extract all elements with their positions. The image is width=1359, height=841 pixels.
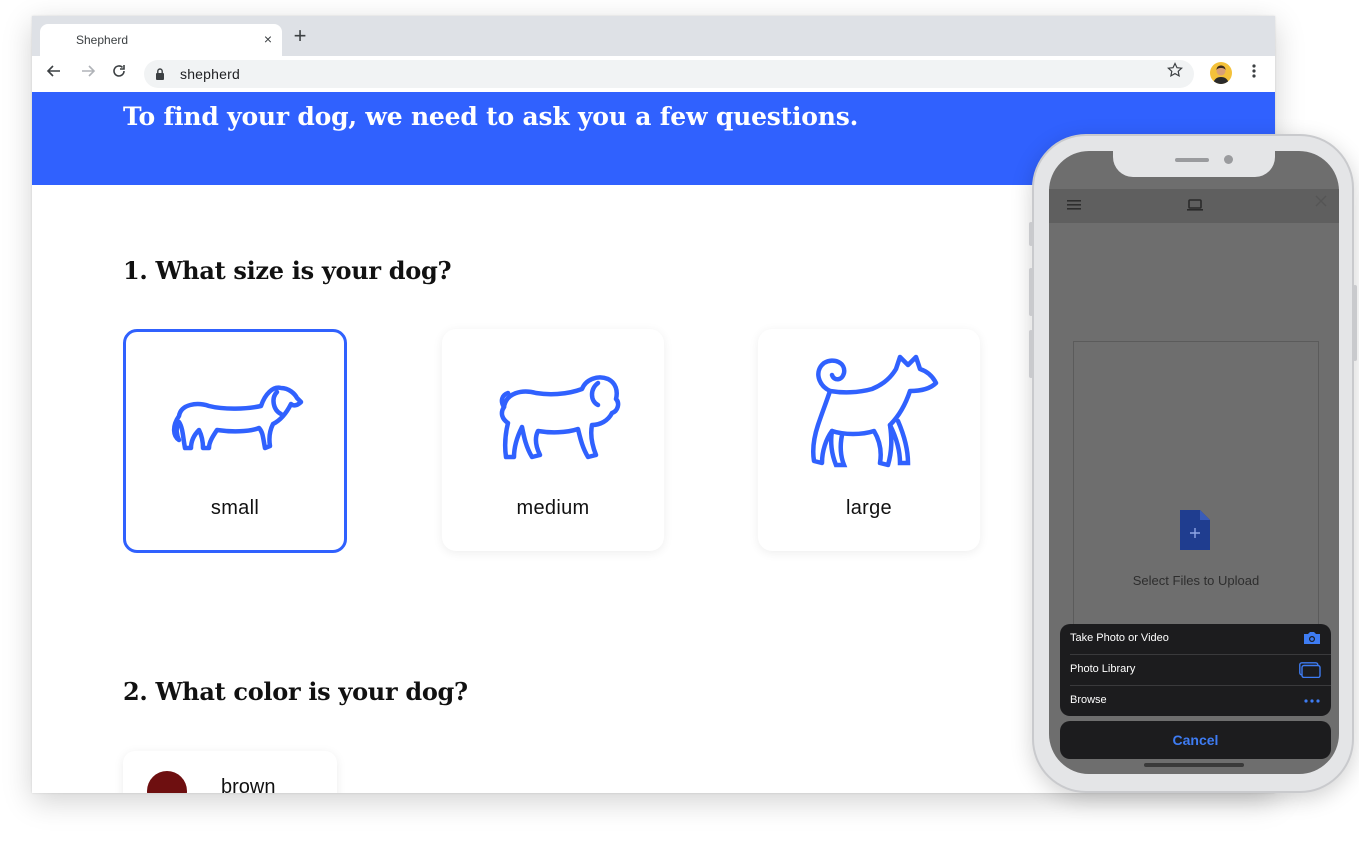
phone-volume-down-button	[1029, 330, 1033, 378]
size-option-label: small	[210, 497, 260, 519]
browser-tab[interactable]: Shepherd ×	[40, 24, 282, 56]
browser-menu-button[interactable]	[1246, 62, 1262, 86]
phone-camera	[1224, 155, 1233, 164]
avatar-icon	[1213, 65, 1229, 84]
color-option-brown[interactable]: brown	[123, 751, 337, 793]
reload-button[interactable]	[108, 63, 130, 85]
size-option-label: medium	[516, 497, 590, 519]
photo-library-icon	[1299, 662, 1321, 678]
action-take-photo[interactable]: Take Photo or Video	[1060, 624, 1331, 654]
laptop-icon[interactable]	[1187, 199, 1203, 211]
more-vert-icon	[1252, 64, 1256, 78]
cancel-label: Cancel	[1172, 732, 1219, 748]
back-arrow-icon	[46, 65, 60, 77]
upload-dropzone[interactable]: Select Files to Upload	[1073, 341, 1319, 643]
small-dog-icon	[171, 385, 304, 451]
large-dog-icon	[810, 354, 939, 468]
browser-toolbar: shepherd	[32, 56, 1275, 92]
question-size-title: 1. What size is your dog?	[123, 256, 452, 285]
phone-notch	[1113, 151, 1275, 177]
question-color-title: 2. What color is your dog?	[123, 677, 468, 706]
reload-icon	[113, 65, 125, 77]
menu-icon[interactable]	[1067, 199, 1081, 211]
new-tab-button[interactable]: +	[290, 25, 310, 47]
action-label: Browse	[1070, 694, 1107, 706]
camera-icon	[1304, 632, 1320, 644]
url-text: shepherd	[180, 66, 240, 82]
bookmark-star-icon[interactable]	[1167, 62, 1183, 83]
tab-close-icon[interactable]: ×	[260, 31, 276, 47]
file-add-icon	[1180, 510, 1210, 550]
size-option-medium[interactable]: medium	[442, 329, 664, 551]
star-icon	[1167, 62, 1183, 78]
back-button[interactable]	[43, 63, 65, 85]
size-option-small[interactable]: small	[123, 329, 347, 553]
color-option-label: brown	[221, 776, 276, 793]
action-browse[interactable]: Browse	[1060, 686, 1331, 716]
picker-header	[1049, 189, 1339, 223]
upload-prompt: Select Files to Upload	[1132, 573, 1260, 588]
size-option-large[interactable]: large	[758, 329, 980, 551]
lock-icon	[156, 68, 164, 80]
more-horiz-icon	[1304, 699, 1320, 703]
action-label: Photo Library	[1070, 663, 1136, 675]
forward-button[interactable]	[77, 63, 99, 85]
phone-screen: Select Files to Upload Take Photo or Vid…	[1049, 151, 1339, 774]
action-photo-library[interactable]: Photo Library	[1060, 655, 1331, 685]
size-option-label: large	[846, 497, 892, 519]
phone-mute-switch	[1029, 222, 1033, 246]
action-sheet: Take Photo or Video Photo Library Browse	[1060, 624, 1331, 716]
tab-title: Shepherd	[76, 33, 129, 47]
tab-strip: Shepherd × +	[32, 16, 1275, 56]
close-icon[interactable]	[1315, 195, 1327, 207]
color-swatch	[147, 771, 187, 793]
phone-power-button	[1353, 285, 1357, 361]
phone-speaker	[1175, 158, 1209, 162]
profile-avatar[interactable]	[1210, 62, 1232, 84]
hero-title: To find your dog, we need to ask you a f…	[123, 102, 859, 131]
phone-volume-up-button	[1029, 268, 1033, 316]
forward-arrow-icon	[82, 65, 96, 77]
action-label: Take Photo or Video	[1070, 632, 1169, 644]
home-indicator	[1144, 763, 1244, 767]
address-bar[interactable]: shepherd	[144, 60, 1194, 88]
medium-dog-icon	[499, 375, 621, 460]
cancel-button[interactable]: Cancel	[1060, 721, 1331, 759]
